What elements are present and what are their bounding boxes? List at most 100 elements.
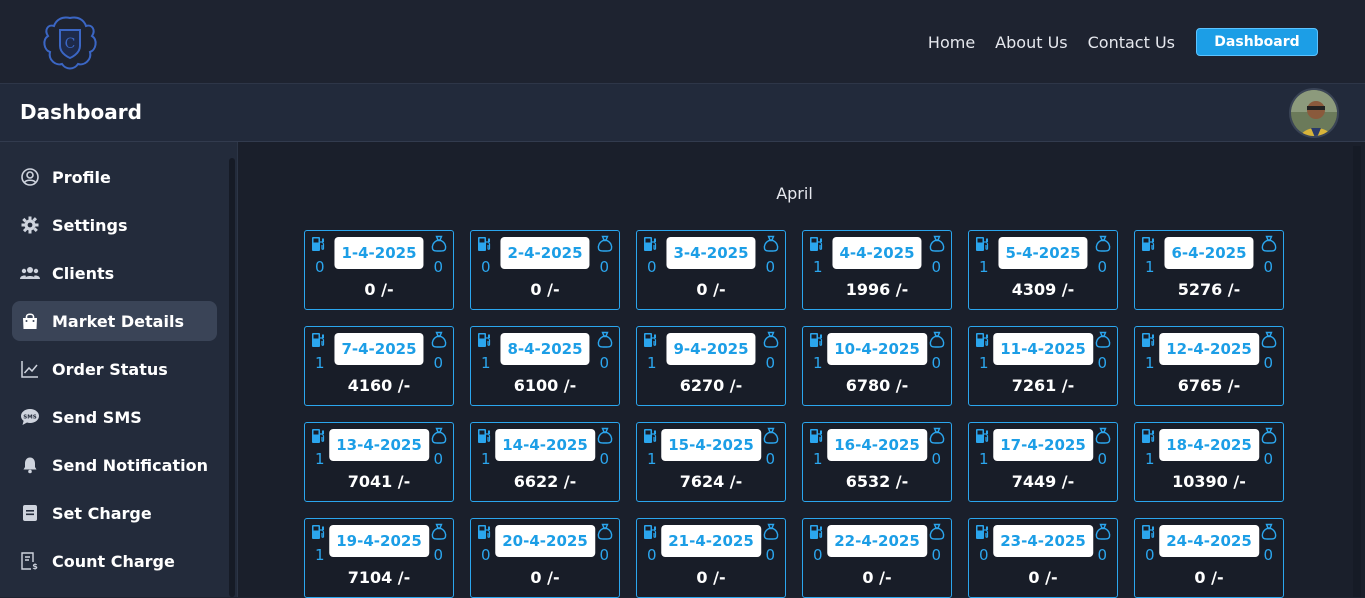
line-chart-icon [20, 359, 40, 379]
fuel-count: 1 [813, 450, 823, 468]
day-card[interactable]: 1 0 14-4-2025 6622 /- [470, 422, 620, 502]
avatar[interactable] [1289, 88, 1339, 138]
fuel-pump-icon [477, 524, 491, 540]
sidebar-item-send-sms[interactable]: SMS Send SMS [12, 397, 217, 437]
day-amount: 0 /- [1028, 568, 1058, 587]
day-amount: 6780 /- [845, 376, 909, 395]
document-icon [20, 503, 40, 523]
sidebar-item-count-charge[interactable]: $ Count Charge [12, 541, 217, 581]
day-date-badge: 5-4-2025 [998, 237, 1088, 269]
day-card[interactable]: 0 0 24-4-2025 0 /- [1134, 518, 1284, 598]
day-card[interactable]: 1 0 7-4-2025 4160 /- [304, 326, 454, 406]
fuel-count: 1 [315, 354, 325, 372]
nav-dashboard-button[interactable]: Dashboard [1196, 28, 1318, 56]
page-title: Dashboard [20, 100, 142, 124]
fuel-count: 1 [1145, 450, 1155, 468]
day-date-badge: 14-4-2025 [495, 429, 595, 461]
main-scrollbar[interactable] [1353, 146, 1361, 597]
shopping-bag-icon [20, 311, 40, 331]
bag-count: 0 [1097, 450, 1107, 468]
sidebar-item-settings[interactable]: Settings [12, 205, 217, 245]
day-date-badge: 17-4-2025 [993, 429, 1093, 461]
day-card[interactable]: 1 0 4-4-2025 1996 /- [802, 230, 952, 310]
day-card[interactable]: 0 0 22-4-2025 0 /- [802, 518, 952, 598]
fuel-pump-icon [643, 332, 657, 348]
day-date-badge: 10-4-2025 [827, 333, 927, 365]
money-bag-icon [1261, 427, 1277, 444]
sidebar-item-profile[interactable]: Profile [12, 157, 217, 197]
money-bag-icon [929, 331, 945, 348]
day-card[interactable]: 0 0 21-4-2025 0 /- [636, 518, 786, 598]
day-card[interactable]: 1 0 13-4-2025 7041 /- [304, 422, 454, 502]
brand-logo[interactable]: C [38, 12, 102, 72]
svg-text:SMS: SMS [23, 415, 36, 421]
day-card[interactable]: 1 0 15-4-2025 7624 /- [636, 422, 786, 502]
fuel-pump-icon [311, 524, 325, 540]
fuel-pump-icon [1141, 332, 1155, 348]
day-amount: 1996 /- [845, 280, 909, 299]
nav-contact-link[interactable]: Contact Us [1088, 33, 1175, 52]
bell-icon [20, 455, 40, 475]
money-bag-icon [431, 427, 447, 444]
day-date-badge: 22-4-2025 [827, 525, 927, 557]
day-date-badge: 24-4-2025 [1159, 525, 1259, 557]
day-card[interactable]: 1 0 17-4-2025 7449 /- [968, 422, 1118, 502]
day-card[interactable]: 1 0 12-4-2025 6765 /- [1134, 326, 1284, 406]
day-amount: 6270 /- [679, 376, 743, 395]
sidebar-item-market-details[interactable]: Market Details [12, 301, 217, 341]
day-card[interactable]: 0 0 2-4-2025 0 /- [470, 230, 620, 310]
svg-text:C: C [65, 36, 76, 52]
fuel-count: 1 [315, 450, 325, 468]
money-bag-icon [763, 331, 779, 348]
main-content: April 0 0 1-4-2025 0 /- 0 0 2-4-2025 0 /- 0 0 3-4-… [238, 142, 1365, 598]
day-card[interactable]: 0 0 3-4-2025 0 /- [636, 230, 786, 310]
bag-count: 0 [599, 450, 609, 468]
sidebar-item-send-notification[interactable]: Send Notification [12, 445, 217, 485]
fuel-count: 1 [1145, 258, 1155, 276]
fuel-count: 1 [813, 258, 823, 276]
fuel-count: 1 [647, 354, 657, 372]
bag-count: 0 [1263, 258, 1273, 276]
money-bag-icon [597, 523, 613, 540]
day-date-badge: 6-4-2025 [1164, 237, 1254, 269]
bag-count: 0 [433, 450, 443, 468]
day-date-badge: 21-4-2025 [661, 525, 761, 557]
nav-about-link[interactable]: About Us [995, 33, 1067, 52]
day-card[interactable]: 0 0 20-4-2025 0 /- [470, 518, 620, 598]
sidebar-item-label: Send SMS [52, 407, 142, 427]
day-card[interactable]: 1 0 16-4-2025 6532 /- [802, 422, 952, 502]
sidebar-item-set-charge[interactable]: Set Charge [12, 493, 217, 533]
sidebar-item-clients[interactable]: Clients [12, 253, 217, 293]
fuel-pump-icon [477, 236, 491, 252]
fuel-pump-icon [311, 332, 325, 348]
fuel-count: 1 [1145, 354, 1155, 372]
day-card[interactable]: 1 0 18-4-2025 10390 /- [1134, 422, 1284, 502]
day-card[interactable]: 1 0 9-4-2025 6270 /- [636, 326, 786, 406]
fuel-pump-icon [1141, 236, 1155, 252]
day-card[interactable]: 0 0 23-4-2025 0 /- [968, 518, 1118, 598]
nav-home-link[interactable]: Home [928, 33, 975, 52]
sidebar-item-order-status[interactable]: Order Status [12, 349, 217, 389]
sms-bubble-icon: SMS [20, 407, 40, 427]
day-card[interactable]: 1 0 10-4-2025 6780 /- [802, 326, 952, 406]
day-card[interactable]: 0 0 1-4-2025 0 /- [304, 230, 454, 310]
day-card[interactable]: 1 0 11-4-2025 7261 /- [968, 326, 1118, 406]
money-bag-icon [1261, 523, 1277, 540]
day-date-badge: 15-4-2025 [661, 429, 761, 461]
money-bag-icon [1261, 235, 1277, 252]
day-date-badge: 18-4-2025 [1159, 429, 1259, 461]
day-card[interactable]: 1 0 6-4-2025 5276 /- [1134, 230, 1284, 310]
bag-count: 0 [1263, 450, 1273, 468]
money-bag-icon [597, 331, 613, 348]
day-card[interactable]: 1 0 8-4-2025 6100 /- [470, 326, 620, 406]
day-card[interactable]: 1 0 19-4-2025 7104 /- [304, 518, 454, 598]
day-date-badge: 8-4-2025 [500, 333, 590, 365]
bag-count: 0 [1263, 354, 1273, 372]
money-bag-icon [1095, 427, 1111, 444]
fuel-count: 1 [979, 354, 989, 372]
money-bag-icon [929, 427, 945, 444]
day-amount: 7041 /- [347, 472, 411, 491]
day-date-badge: 4-4-2025 [832, 237, 922, 269]
sidebar-scrollbar[interactable] [229, 158, 235, 597]
day-card[interactable]: 1 0 5-4-2025 4309 /- [968, 230, 1118, 310]
